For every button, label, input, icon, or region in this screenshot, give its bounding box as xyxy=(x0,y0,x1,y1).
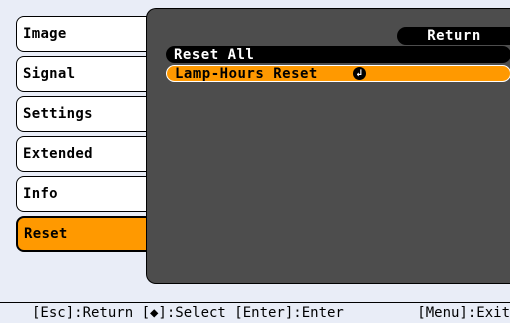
tab-image[interactable]: Image xyxy=(16,16,156,52)
menu-item-label: Lamp-Hours Reset xyxy=(175,65,318,82)
menu-item-label: Reset All xyxy=(174,46,255,63)
tab-label: Extended xyxy=(23,146,93,162)
menu-item-lamp-hours-reset[interactable]: Lamp-Hours Reset ↲ xyxy=(166,65,510,82)
menu-item-reset-all[interactable]: Reset All xyxy=(166,46,510,63)
tab-label: Reset xyxy=(24,226,68,242)
tab-settings[interactable]: Settings xyxy=(16,96,156,132)
tab-label: Settings xyxy=(23,106,93,122)
status-help-left: [Esc]:Return [◆]:Select [Enter]:Enter xyxy=(32,305,344,321)
tab-label: Image xyxy=(23,26,67,42)
status-help-right: [Menu]:Exit xyxy=(417,305,510,321)
return-button[interactable]: Return xyxy=(397,27,510,45)
tab-signal[interactable]: Signal xyxy=(16,56,156,92)
tab-extended[interactable]: Extended xyxy=(16,136,156,172)
tab-label: Info xyxy=(23,186,58,202)
tab-info[interactable]: Info xyxy=(16,176,156,212)
return-button-label: Return xyxy=(427,28,481,44)
menu-sidebar: Image Signal Settings Extended Info Rese… xyxy=(0,0,160,300)
tab-label: Signal xyxy=(23,66,76,82)
tab-reset[interactable]: Reset xyxy=(16,216,156,252)
enter-icon: ↲ xyxy=(353,67,366,80)
status-bar: [Esc]:Return [◆]:Select [Enter]:Enter [M… xyxy=(0,302,510,323)
reset-panel: Return Reset All Lamp-Hours Reset ↲ xyxy=(146,8,510,284)
